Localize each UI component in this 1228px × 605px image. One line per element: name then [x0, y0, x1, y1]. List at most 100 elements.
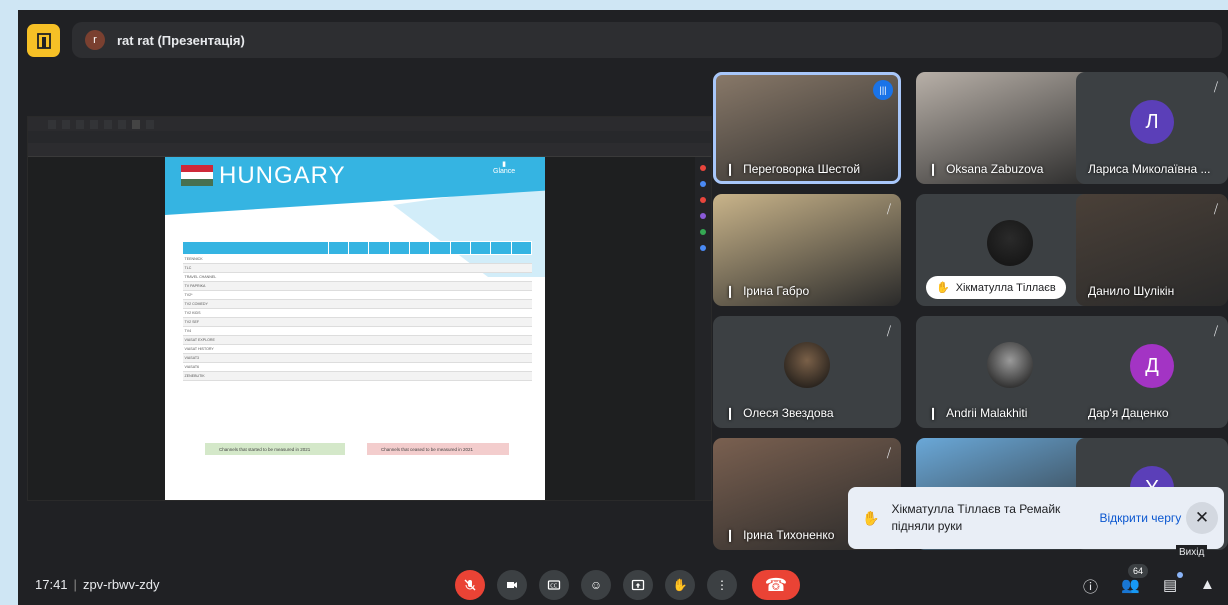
open-queue-link[interactable]: Відкрити чергу — [1099, 511, 1181, 525]
table-cell — [328, 326, 349, 336]
pin-icon[interactable]: ❙ — [725, 162, 735, 176]
shared-browser-tabs — [28, 117, 711, 131]
table-cell — [328, 317, 349, 327]
table-cell — [389, 290, 410, 300]
participant-tile[interactable]: ⧸ ❙ Ірина Габро — [713, 194, 901, 306]
pin-icon[interactable]: ❙ — [725, 406, 735, 420]
table-cell — [511, 371, 532, 381]
table-cell — [470, 353, 491, 363]
hungary-flag-icon — [181, 165, 213, 186]
table-row: VIASAT EXPLORE — [182, 335, 532, 345]
shared-tab — [90, 119, 98, 129]
table-cell — [368, 326, 390, 336]
table-row: TLC — [182, 263, 532, 273]
activities-button[interactable]: ▲ — [1200, 576, 1215, 593]
table-cell — [368, 272, 390, 282]
shared-screen: HUNGARY ▮ Glance TEENNICK TLC TRAVEL CHANNE… — [27, 116, 712, 501]
people-icon: 👥 — [1121, 577, 1140, 594]
chat-button[interactable]: ▤ — [1163, 576, 1177, 594]
raise-hand-button[interactable]: ✋ — [665, 570, 695, 600]
participant-name-pill: ✋ Хікматулла Тіллаєв — [926, 276, 1066, 299]
table-cell — [389, 335, 410, 345]
table-cell — [328, 281, 349, 291]
presentation-banner[interactable]: r rat rat (Презентація) — [72, 22, 1222, 58]
captions-button[interactable]: CC — [539, 570, 569, 600]
people-button[interactable]: 👥 — [1121, 576, 1140, 594]
pin-icon[interactable]: ❙ — [725, 528, 735, 542]
table-cell — [429, 326, 451, 336]
meeting-info: 17:41 | zpv-rbwv-zdy — [35, 577, 160, 592]
svg-text:CC: CC — [550, 583, 557, 589]
table-cell — [409, 326, 430, 336]
mic-off-icon — [464, 579, 476, 591]
participant-label: Данило Шулікін — [1088, 284, 1174, 298]
table-cell — [490, 281, 512, 291]
table-cell — [450, 335, 471, 345]
raised-hand-icon: ✋ — [936, 282, 950, 294]
table-cell — [348, 299, 369, 309]
table-cell — [490, 353, 512, 363]
camera-button[interactable] — [497, 570, 527, 600]
table-cell — [490, 362, 512, 372]
table-cell — [368, 362, 390, 372]
participant-label: ❙ Ірина Габро — [725, 284, 809, 298]
meet-window: r rat rat (Презентація) HUNGARY ▮ Glance … — [18, 10, 1228, 605]
participant-label: ❙ Andrii Malakhiti — [928, 406, 1027, 420]
table-cell — [328, 353, 349, 363]
table-cell: TLC — [182, 263, 329, 273]
presenter-avatar: r — [85, 30, 105, 50]
table-cell — [429, 308, 451, 318]
table-header — [182, 241, 329, 255]
participant-name: Дар'я Даценко — [1088, 406, 1169, 420]
reactions-button[interactable]: ☺ — [581, 570, 611, 600]
door-icon — [36, 32, 51, 49]
table-cell — [511, 362, 532, 372]
pin-icon[interactable]: ❙ — [928, 406, 938, 420]
meeting-details-button[interactable]: ⓘ — [1083, 576, 1098, 597]
table-cell — [368, 344, 390, 354]
avatar — [784, 342, 830, 389]
mic-off-button[interactable] — [455, 570, 485, 600]
table-cell — [328, 263, 349, 273]
table-row: ZENEBUTIK — [182, 371, 532, 381]
table-cell — [328, 299, 349, 309]
participant-tile[interactable]: ⧸ Данило Шулікін — [1076, 194, 1228, 306]
table-cell: TRAVEL CHANNEL — [182, 272, 329, 282]
table-cell — [429, 317, 451, 327]
pin-icon[interactable]: ❙ — [725, 284, 735, 298]
table-cell — [409, 335, 430, 345]
shared-tab — [104, 119, 112, 129]
table-cell — [490, 299, 512, 309]
table-cell — [490, 272, 512, 282]
table-cell — [429, 371, 451, 381]
present-button[interactable] — [623, 570, 653, 600]
mic-off-icon: ⧸ — [1213, 324, 1218, 338]
table-cell — [409, 299, 430, 309]
pin-icon[interactable]: ❙ — [928, 162, 938, 176]
close-icon[interactable]: ✕ — [1186, 502, 1218, 534]
table-cell: VIASAT HISTORY — [182, 344, 329, 354]
table-cell — [409, 371, 430, 381]
participant-tile[interactable]: ⧸ ❙ Олеся Звездова — [713, 316, 901, 428]
table-cell — [450, 326, 471, 336]
table-row: TV PAPRIKA — [182, 281, 532, 291]
leave-call-button[interactable]: ☎ — [752, 570, 800, 600]
participant-tile[interactable]: ||| ❙ Переговорка Шестой — [713, 72, 901, 184]
table-cell — [328, 290, 349, 300]
participant-tile[interactable]: ⧸ Л Лариса Миколаївна ... — [1076, 72, 1228, 184]
table-cell — [389, 281, 410, 291]
pdf-page: HUNGARY ▮ Glance TEENNICK TLC TRAVEL CHANNE… — [165, 157, 545, 500]
table-cell — [450, 353, 471, 363]
table-cell — [490, 263, 512, 273]
mic-off-icon: ⧸ — [1213, 202, 1218, 216]
table-cell — [348, 290, 369, 300]
more-options-button[interactable]: ⋮ — [707, 570, 737, 600]
table-row: TV2* — [182, 290, 532, 300]
table-header — [327, 241, 349, 255]
table-cell — [409, 281, 430, 291]
participant-tile[interactable]: ⧸ Д Дар'я Даценко — [1076, 316, 1228, 428]
table-cell — [348, 344, 369, 354]
table-cell — [429, 254, 451, 264]
table-cell — [429, 281, 451, 291]
table-row: VIASAT3 — [182, 353, 532, 363]
